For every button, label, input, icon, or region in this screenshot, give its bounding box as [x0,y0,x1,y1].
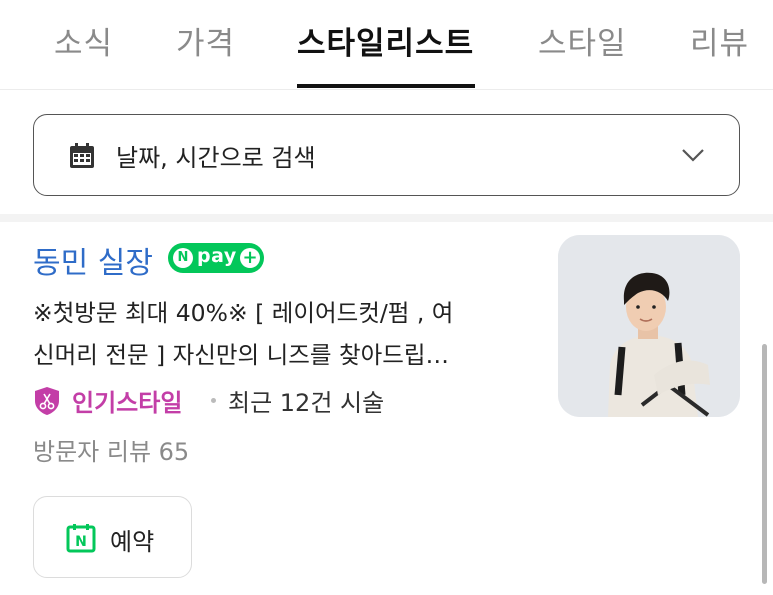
stylist-description[interactable]: ※첫방문 최대 40%※ [ 레이어드컷/펌 , 여 신머리 전문 ] 자신만의… [33,292,533,376]
reserve-label: 예약 [110,528,155,556]
vertical-scrollbar[interactable] [762,344,767,584]
stylist-photo[interactable] [558,235,740,417]
naver-booking-icon: N [66,524,96,553]
visitor-review-count[interactable]: 방문자 리뷰 65 [33,432,189,467]
tab-review[interactable]: 리뷰 [690,18,749,63]
date-time-search-dropdown[interactable]: 날짜, 시간으로 검색 [33,114,740,196]
shield-scissors-icon [35,387,59,415]
tab-price[interactable]: 가격 [176,18,235,63]
description-line-1: ※첫방문 최대 40%※ [ 레이어드컷/펌 , 여 [33,299,454,327]
chevron-down-icon [682,149,704,162]
npay-plus-badge: N pay + [168,243,264,273]
reserve-button[interactable]: N 예약 [33,496,192,578]
recent-count: 최근 12건 시술 [228,389,385,417]
section-divider [0,214,773,222]
npay-n-icon: N [173,248,193,268]
tab-style[interactable]: 스타일 [538,18,627,63]
stylist-name-link[interactable]: 동민 실장 [33,238,153,282]
tab-stylist[interactable]: 스타일리스트 [297,18,474,63]
calendar-icon [70,143,94,168]
description-line-2: 신머리 전문 ] 자신만의 니즈를 찾아드립… [33,341,449,369]
plus-icon: + [240,248,260,268]
popular-style-label: 인기스타일 [72,389,183,417]
naver-n-letter: N [75,534,87,550]
tab-bar: 소식 가격 스타일리스트 스타일 리뷰 [0,0,773,90]
active-tab-indicator [297,84,475,88]
date-time-search-label: 날짜, 시간으로 검색 [116,144,316,172]
npay-label: pay [197,245,237,267]
separator-dot [211,398,216,403]
stylist-photo-illustration [558,235,740,417]
tab-news[interactable]: 소식 [54,18,113,63]
